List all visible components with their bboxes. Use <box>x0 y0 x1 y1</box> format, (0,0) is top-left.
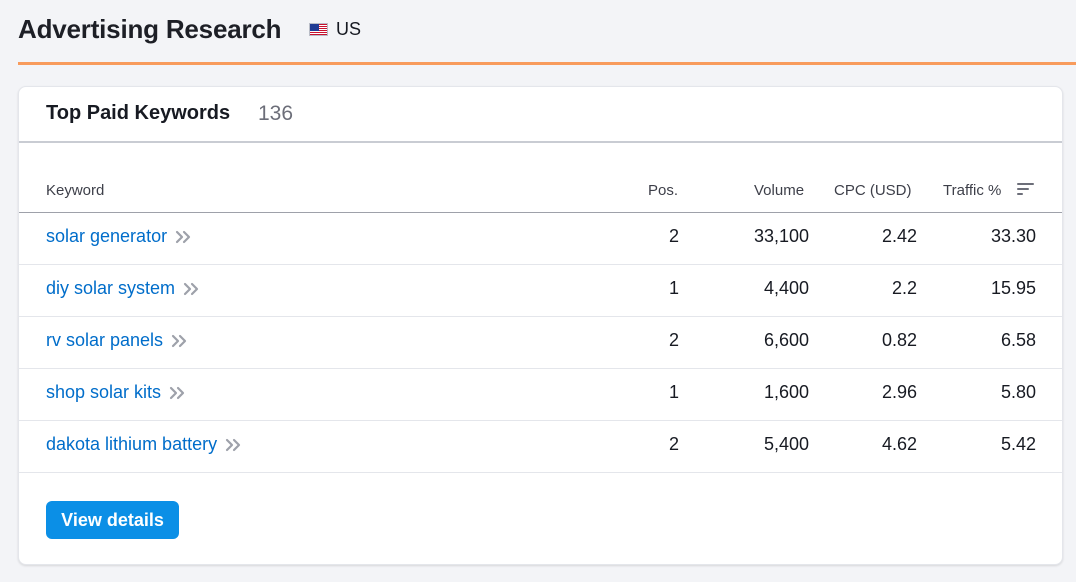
volume-value: 33,100 <box>753 226 809 246</box>
volume-value: 6,600 <box>763 330 809 350</box>
position-value: 1 <box>668 382 679 402</box>
column-header-cpc[interactable]: CPC (USD) <box>834 182 912 199</box>
column-header-volume[interactable]: Volume <box>754 182 804 199</box>
view-details-button[interactable]: View details <box>46 501 179 539</box>
column-header-pos[interactable]: Pos. <box>648 182 678 199</box>
keyword-link[interactable]: shop solar kits <box>46 382 186 403</box>
top-paid-keywords-card: Top Paid Keywords 136 Keyword Pos. Volum… <box>18 86 1063 565</box>
position-value: 2 <box>668 330 679 350</box>
cpc-value: 2.96 <box>881 382 917 402</box>
keyword-link[interactable]: dakota lithium battery <box>46 434 242 455</box>
keyword-link[interactable]: diy solar system <box>46 278 200 299</box>
position-value: 1 <box>668 278 679 298</box>
column-header-traffic[interactable]: Traffic % <box>943 182 1001 199</box>
volume-value: 4,400 <box>763 278 809 298</box>
position-value: 2 <box>668 434 679 454</box>
double-chevron-right-icon[interactable] <box>171 334 188 348</box>
traffic-value: 33.30 <box>990 226 1036 246</box>
cpc-value: 2.2 <box>891 278 917 298</box>
cpc-value: 2.42 <box>881 226 917 246</box>
traffic-value: 15.95 <box>990 278 1036 298</box>
header-accent-line <box>18 62 1076 65</box>
card-title: Top Paid Keywords <box>46 102 231 124</box>
column-header-keyword[interactable]: Keyword <box>46 182 104 199</box>
keyword-text[interactable]: rv solar panels <box>46 330 163 351</box>
table-row: shop solar kits 1 1,600 2.96 5.80 <box>19 369 1062 421</box>
card-header: Top Paid Keywords 136 <box>19 87 1062 143</box>
page-header: Advertising Research US <box>18 0 1076 64</box>
us-flag-icon <box>309 22 328 36</box>
keyword-text[interactable]: solar generator <box>46 226 167 247</box>
keyword-text[interactable]: diy solar system <box>46 278 175 299</box>
keyword-text[interactable]: shop solar kits <box>46 382 161 403</box>
double-chevron-right-icon[interactable] <box>169 386 186 400</box>
country-code: US <box>336 18 362 39</box>
country-selector[interactable]: US <box>309 18 361 40</box>
double-chevron-right-icon[interactable] <box>175 230 192 244</box>
keyword-text[interactable]: dakota lithium battery <box>46 434 217 455</box>
traffic-value: 5.42 <box>1000 434 1036 454</box>
table-row: rv solar panels 2 6,600 0.82 6.58 <box>19 317 1062 369</box>
page-title: Advertising Research <box>18 14 282 44</box>
volume-value: 5,400 <box>763 434 809 454</box>
cpc-value: 4.62 <box>881 434 917 454</box>
table-row: solar generator 2 33,100 2.42 33.30 <box>19 213 1062 265</box>
sort-descending-icon[interactable] <box>1017 181 1034 197</box>
table-row: diy solar system 1 4,400 2.2 15.95 <box>19 265 1062 317</box>
keyword-count: 136 <box>258 102 294 125</box>
volume-value: 1,600 <box>763 382 809 402</box>
keyword-link[interactable]: solar generator <box>46 226 192 247</box>
position-value: 2 <box>668 226 679 246</box>
double-chevron-right-icon[interactable] <box>225 438 242 452</box>
double-chevron-right-icon[interactable] <box>183 282 200 296</box>
table-row: dakota lithium battery 2 5,400 4.62 5.42 <box>19 421 1062 473</box>
keyword-link[interactable]: rv solar panels <box>46 330 188 351</box>
cpc-value: 0.82 <box>881 330 917 350</box>
traffic-value: 6.58 <box>1000 330 1036 350</box>
traffic-value: 5.80 <box>1000 382 1036 402</box>
